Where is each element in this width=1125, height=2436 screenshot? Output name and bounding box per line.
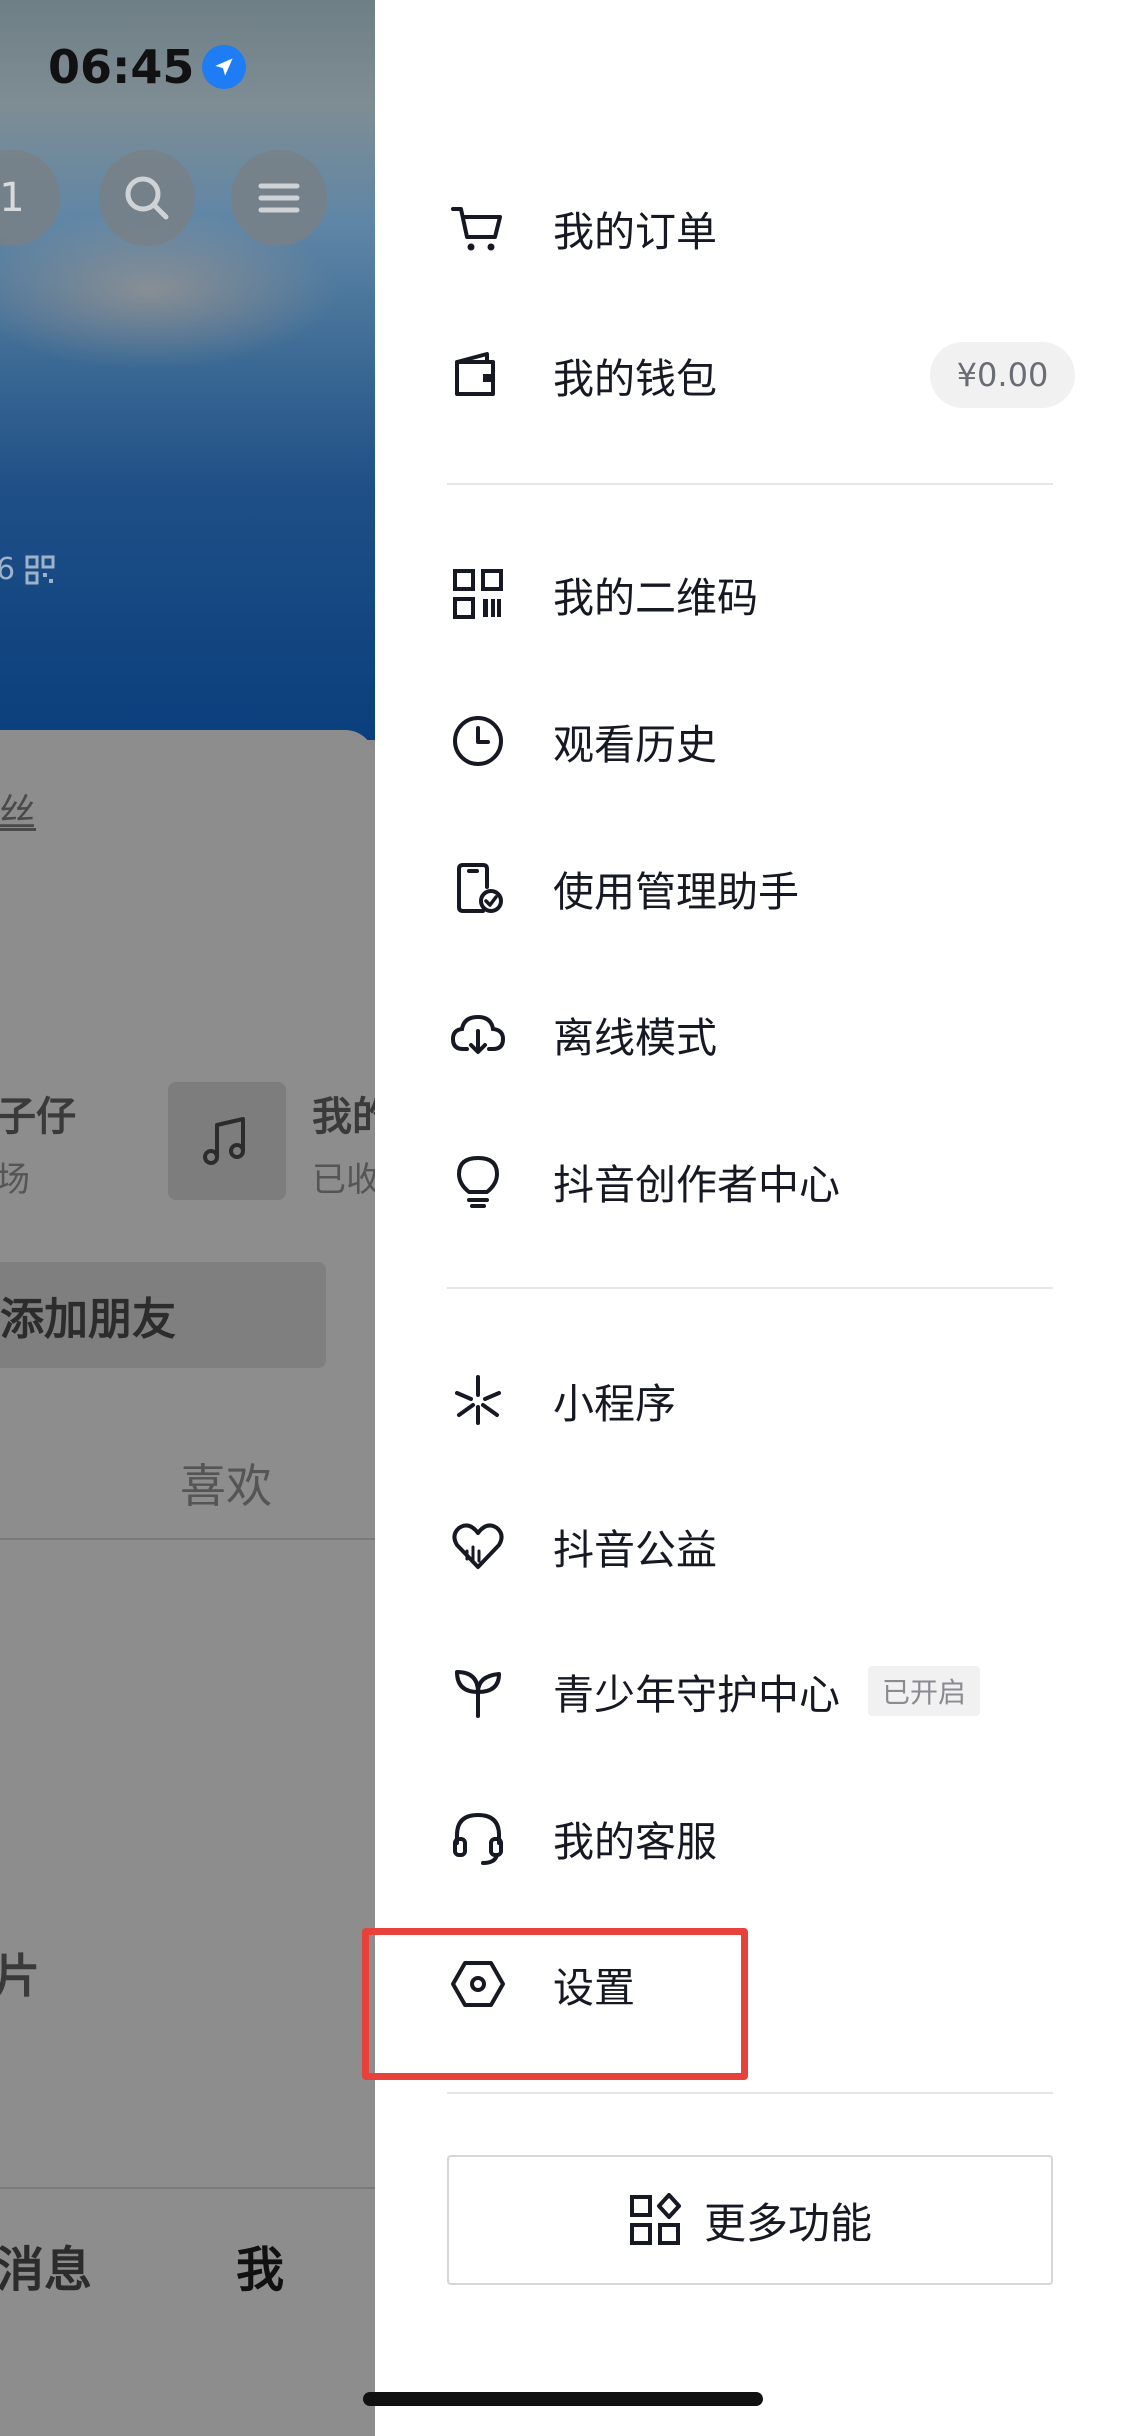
sprout-icon bbox=[447, 1660, 509, 1722]
menu-item-youth-protection[interactable]: 青少年守护中心 bbox=[447, 1643, 1087, 1739]
side-drawer: 我的订单 我的钱包 ¥0.00 我的二维码 观看历史 使用管理助手 离线模式 抖… bbox=[375, 0, 1125, 2436]
tabbar-divider bbox=[0, 2187, 375, 2189]
divider bbox=[0, 1538, 375, 1540]
headset-icon bbox=[447, 1807, 509, 1869]
settings-hexagon-icon bbox=[447, 1953, 509, 2015]
song-subtitle: 场 bbox=[0, 1160, 30, 1200]
music-subtitle: 已收 bbox=[312, 1160, 375, 1200]
divider bbox=[447, 483, 1053, 485]
friend-count: 1 bbox=[0, 175, 25, 221]
menu-item-usage-assistant[interactable]: 使用管理助手 bbox=[447, 840, 1087, 936]
menu-item-watch-history[interactable]: 观看历史 bbox=[447, 693, 1087, 789]
profile-id: 6 bbox=[0, 552, 55, 587]
search-button[interactable] bbox=[99, 150, 195, 246]
tab-likes[interactable]: 喜欢 bbox=[180, 1450, 272, 1516]
cloud-download-icon bbox=[447, 1003, 509, 1065]
mini-program-icon bbox=[447, 1369, 509, 1431]
qrcode-icon bbox=[447, 563, 509, 625]
apps-grid-icon bbox=[629, 2193, 681, 2245]
menu-button[interactable] bbox=[231, 150, 327, 246]
cart-icon bbox=[447, 197, 509, 259]
menu-item-offline-mode[interactable]: 离线模式 bbox=[447, 986, 1087, 1082]
location-arrow-icon bbox=[202, 45, 247, 89]
menu-item-my-qrcode[interactable]: 我的二维码 bbox=[447, 546, 1087, 642]
add-friend-button[interactable]: 添加朋友 bbox=[0, 1262, 326, 1368]
background-profile-page: 1 6 丝 子仔 场 我的 已收 添加朋友 喜欢 片 消息 我 bbox=[0, 0, 375, 2436]
menu-item-customer-service[interactable]: 我的客服 bbox=[447, 1790, 1087, 1886]
tab-me[interactable]: 我 bbox=[236, 2230, 284, 2300]
wallet-icon bbox=[447, 344, 509, 406]
fans-label[interactable]: 丝 bbox=[0, 782, 36, 837]
profile-cover bbox=[0, 0, 375, 740]
song-title: 子仔 bbox=[0, 1094, 76, 1140]
home-indicator[interactable] bbox=[363, 2392, 763, 2406]
hamburger-icon bbox=[258, 183, 300, 213]
menu-item-settings[interactable]: 设置 bbox=[447, 1936, 1087, 2032]
tab-messages[interactable]: 消息 bbox=[0, 2230, 92, 2300]
clock-icon bbox=[447, 710, 509, 772]
profile-card bbox=[0, 730, 375, 2436]
picture-label: 片 bbox=[0, 1949, 40, 2003]
menu-item-mini-programs[interactable]: 小程序 bbox=[447, 1352, 1087, 1448]
lightbulb-icon bbox=[447, 1150, 509, 1212]
phone-check-icon bbox=[447, 857, 509, 919]
divider bbox=[447, 1287, 1053, 1289]
divider bbox=[447, 2092, 1053, 2094]
search-icon bbox=[125, 176, 169, 220]
charity-heart-icon bbox=[447, 1515, 509, 1577]
menu-item-creator-center[interactable]: 抖音创作者中心 bbox=[447, 1133, 1087, 1229]
music-tile[interactable] bbox=[168, 1082, 286, 1200]
youth-mode-status-badge: 已开启 bbox=[868, 1666, 981, 1716]
wallet-balance-badge[interactable]: ¥0.00 bbox=[930, 342, 1075, 408]
music-title: 我的 bbox=[312, 1094, 375, 1140]
music-note-icon bbox=[203, 1117, 245, 1165]
more-features-button[interactable]: 更多功能 bbox=[447, 2155, 1053, 2285]
menu-item-douyin-charity[interactable]: 抖音公益 bbox=[447, 1498, 1087, 1594]
qrcode-small-icon bbox=[25, 555, 55, 584]
status-time: 06:45 bbox=[48, 40, 247, 94]
menu-item-my-orders[interactable]: 我的订单 bbox=[447, 180, 1087, 276]
